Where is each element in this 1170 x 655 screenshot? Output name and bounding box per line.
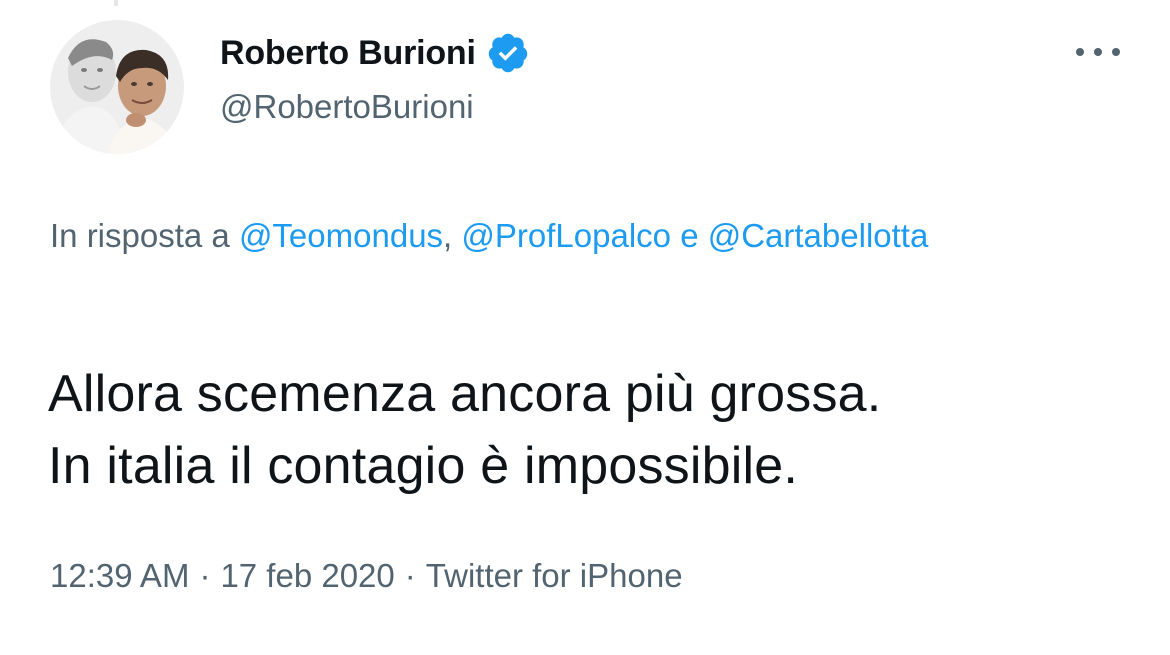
author-handle[interactable]: @RobertoBurioni [220,88,474,126]
divider [114,0,118,6]
dot [1076,48,1084,56]
tweet-source: Twitter for iPhone [425,557,683,594]
tweet-date[interactable]: 17 feb 2020 [220,557,394,594]
dot [1112,48,1120,56]
dot [1094,48,1102,56]
mention-link-proflopalco[interactable]: @ProfLopalco [461,217,671,254]
verified-badge-icon [486,31,530,75]
meta-separator: · [404,557,416,594]
profile-photo-icon [50,20,184,154]
meta-separator: · [199,557,211,594]
avatar[interactable] [50,20,184,154]
more-options-icon[interactable] [1076,42,1120,62]
tweet-metadata: 12:39 AM · 17 feb 2020 · Twitter for iPhone [50,557,683,595]
tweet-card: Roberto Burioni @RobertoBurioni In rispo… [0,0,1170,655]
display-name[interactable]: Roberto Burioni [220,34,476,73]
tweet-time[interactable]: 12:39 AM [50,557,189,594]
reply-prefix: In risposta a [50,217,230,254]
tweet-text-line: Allora scemenza ancora più grossa. [48,365,882,423]
mention-link-cartabellotta[interactable]: @Cartabellotta [708,217,929,254]
reply-comma: , [443,217,453,254]
author-name-row[interactable]: Roberto Burioni [220,30,530,76]
reply-conjunction: e [680,217,699,254]
mention-link-teomondus[interactable]: @Teomondus [239,217,443,254]
reply-context: In risposta a @Teomondus, @ProfLopalco e… [50,207,1110,264]
tweet-text-line: In italia il contagio è impossibile. [48,437,799,495]
tweet-text: Allora scemenza ancora più grossa. In it… [48,358,1138,502]
